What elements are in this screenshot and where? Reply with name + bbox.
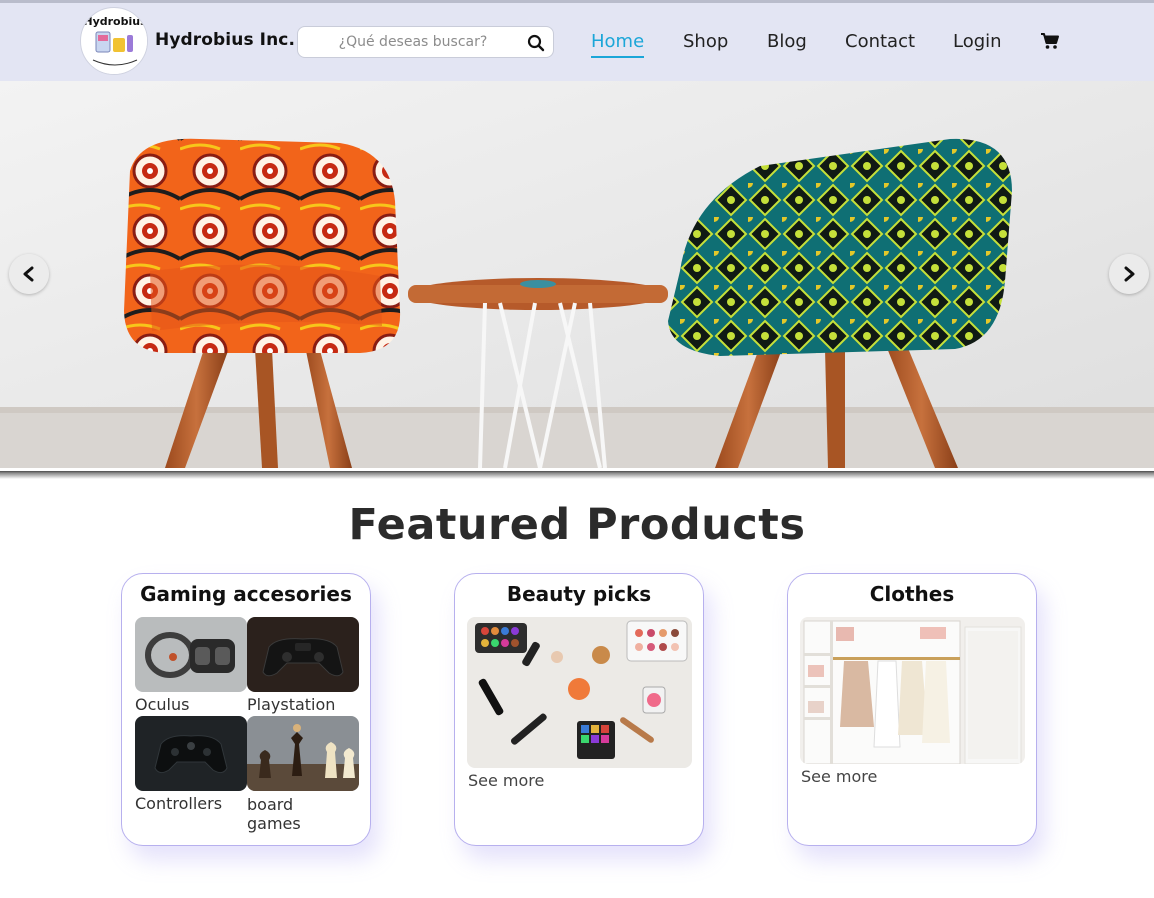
brand-logo[interactable]: Hydrobius: [80, 7, 148, 75]
thumb-playstation[interactable]: [247, 617, 359, 692]
product-card-gaming: Gaming accesories Oculus Playstation Con…: [121, 573, 371, 846]
thumb-label-oculus[interactable]: Oculus: [135, 695, 189, 714]
carousel-prev-button[interactable]: [9, 254, 49, 294]
search-input[interactable]: [308, 31, 518, 53]
thumb-beauty[interactable]: [467, 617, 692, 768]
thumb-oculus[interactable]: [135, 617, 247, 692]
hero-carousel: [0, 81, 1154, 468]
thumb-clothes[interactable]: [800, 617, 1025, 764]
search-bar: [297, 26, 554, 58]
nav-contact[interactable]: Contact: [845, 31, 915, 52]
search-icon[interactable]: [527, 34, 545, 52]
brand-name[interactable]: Hydrobius Inc.: [155, 30, 295, 50]
thumb-label-playstation[interactable]: Playstation: [247, 695, 335, 714]
product-card-beauty: Beauty picks See more: [454, 573, 704, 846]
see-more-link-beauty[interactable]: See more: [468, 771, 544, 790]
hero-image-chairs: [0, 81, 1154, 468]
nav-login[interactable]: Login: [953, 31, 1002, 52]
chevron-left-icon: [23, 266, 34, 282]
card-title: Gaming accesories: [140, 582, 352, 606]
card-title: Beauty picks: [506, 582, 652, 606]
card-title: Clothes: [869, 582, 955, 606]
thumb-controllers[interactable]: [135, 716, 247, 791]
hero-divider: [0, 468, 1154, 480]
thumb-label-board-games[interactable]: board games: [247, 795, 347, 833]
cart-icon[interactable]: [1040, 32, 1060, 50]
featured-products-heading: Featured Products: [348, 500, 806, 550]
product-card-clothes: Clothes See more: [787, 573, 1037, 846]
chevron-right-icon: [1124, 266, 1135, 282]
thumb-label-controllers[interactable]: Controllers: [135, 794, 222, 813]
logo-wordmark: Hydrobius: [83, 15, 147, 28]
thumb-board-games[interactable]: [247, 716, 359, 791]
site-header: Hydrobius Hydrobius Inc. Home Shop Blog …: [0, 3, 1154, 81]
nav-blog[interactable]: Blog: [767, 31, 807, 52]
see-more-link-clothes[interactable]: See more: [801, 767, 877, 786]
nav-home[interactable]: Home: [591, 31, 645, 58]
nav-shop[interactable]: Shop: [683, 31, 728, 52]
carousel-next-button[interactable]: [1109, 254, 1149, 294]
